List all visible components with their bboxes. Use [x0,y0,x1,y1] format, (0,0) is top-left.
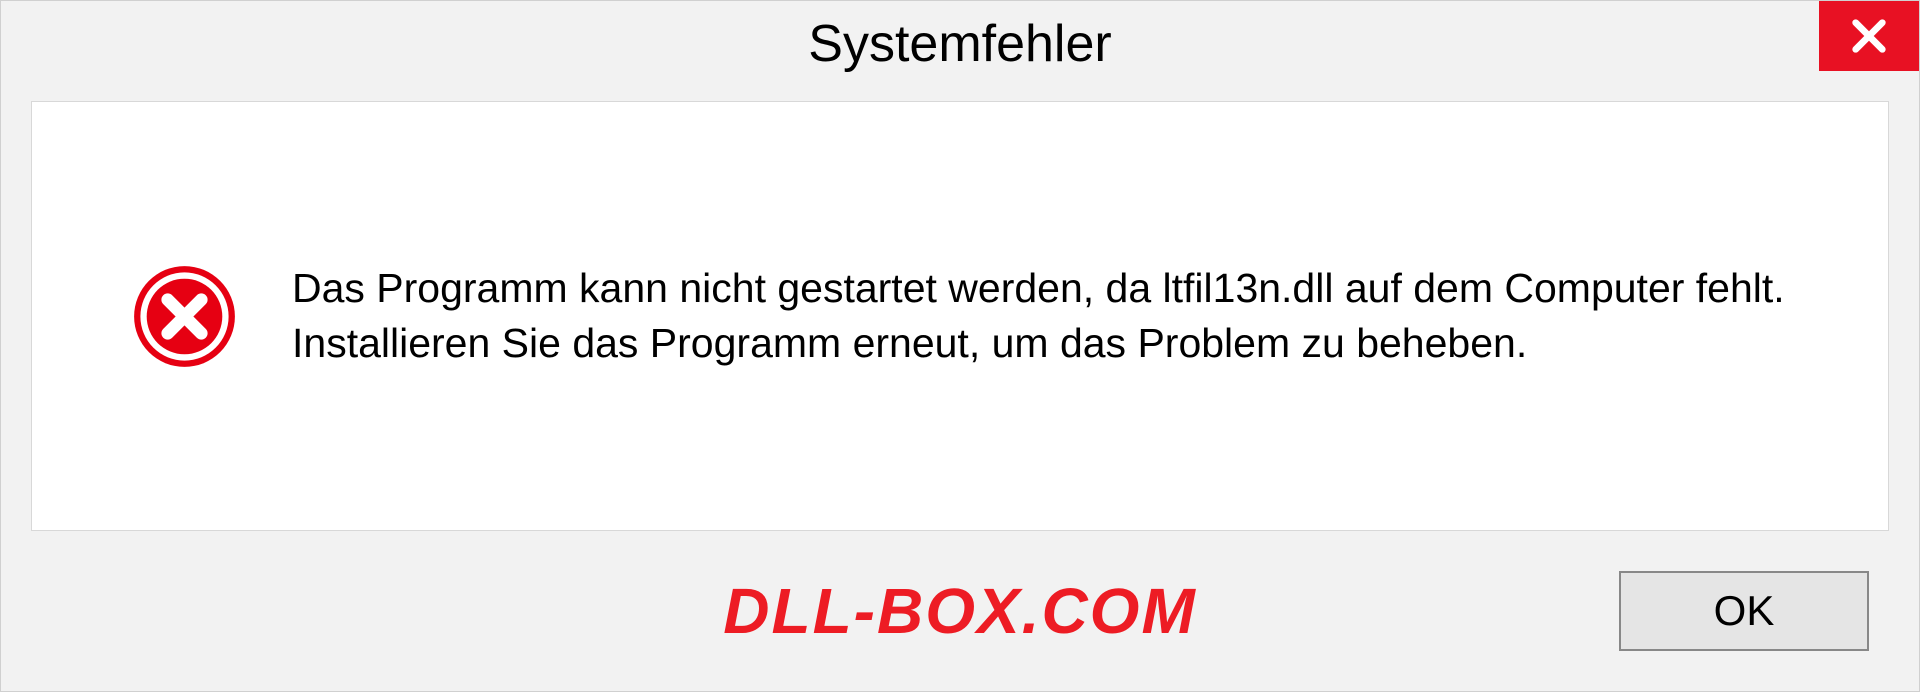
titlebar: Systemfehler [1,1,1919,86]
content-panel: Das Programm kann nicht gestartet werden… [31,101,1889,531]
close-icon [1849,16,1889,56]
error-icon [132,264,237,369]
error-message: Das Programm kann nicht gestartet werden… [292,261,1808,372]
error-dialog: Systemfehler Das Programm kann nicht ges… [0,0,1920,692]
watermark-text: DLL-BOX.COM [723,574,1197,648]
dialog-footer: DLL-BOX.COM OK [1,531,1919,691]
dialog-title: Systemfehler [808,14,1111,74]
close-button[interactable] [1819,1,1919,71]
ok-button[interactable]: OK [1619,571,1869,651]
